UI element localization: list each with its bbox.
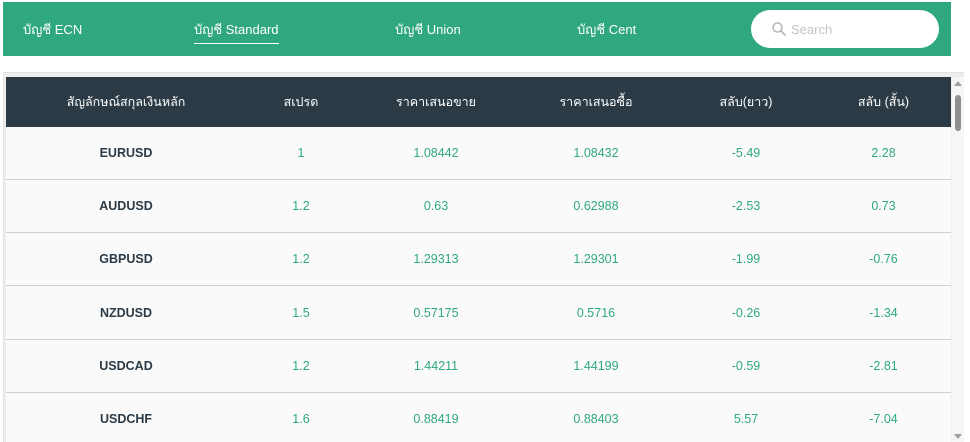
header-symbol: สัญลักษณ์สกุลเงินหลัก [66, 95, 186, 109]
scroll-up-icon[interactable] [954, 81, 962, 86]
cell-spread: 1 [297, 146, 305, 160]
header-swap-long: สลับ(ยาว) [719, 95, 773, 109]
cell-symbol: AUDUSD [99, 199, 153, 213]
header-swap-short: สลับ (สั้น) [857, 95, 910, 109]
cell-symbol: USDCAD [99, 359, 153, 373]
search-input[interactable] [791, 19, 927, 39]
cell-swap-short: 2.28 [871, 146, 896, 160]
cell-symbol: USDCHF [99, 412, 153, 426]
account-type-nav: บัญชี ECN บัญชี Standard บัญชี Union บัญ… [3, 2, 951, 56]
cell-symbol: NZDUSD [99, 306, 153, 320]
table-row: GBPUSD 1.2 1.29313 1.29301 -1.99 -0.76 [6, 233, 951, 286]
row-divider [6, 285, 951, 286]
cell-swap-long: -0.26 [731, 306, 761, 320]
cell-ask: 0.88403 [573, 412, 619, 426]
table-row: AUDUSD 1.2 0.63 0.62988 -2.53 0.73 [6, 180, 951, 233]
table-row: EURUSD 1 1.08442 1.08432 -5.49 2.28 [6, 127, 951, 180]
search-icon[interactable] [771, 21, 787, 37]
cell-bid: 1.44211 [413, 359, 459, 373]
cell-swap-long: -1.99 [731, 252, 761, 266]
header-ask: ราคาเสนอซื้อ [559, 95, 633, 109]
cell-swap-short: -1.34 [869, 306, 898, 320]
cell-spread: 1.6 [292, 412, 310, 426]
header-bid: ราคาเสนอขาย [396, 95, 476, 109]
cell-spread: 1.5 [292, 306, 310, 320]
tab-standard[interactable]: บัญชี Standard [194, 20, 279, 44]
cell-swap-short: -2.81 [869, 359, 898, 373]
cell-spread: 1.2 [292, 199, 310, 213]
spread-table-panel: สัญลักษณ์สกุลเงินหลัก สเปรด ราคาเสนอขาย … [3, 72, 964, 442]
table-row: USDCAD 1.2 1.44211 1.44199 -0.59 -2.81 [6, 340, 951, 393]
scroll-down-icon[interactable] [954, 434, 962, 439]
table-row: NZDUSD 1.5 0.57175 0.5716 -0.26 -1.34 [6, 287, 951, 340]
cell-swap-short: -7.04 [869, 412, 898, 426]
tab-union[interactable]: บัญชี Union [395, 20, 461, 40]
cell-ask: 1.08432 [573, 146, 619, 160]
cell-symbol: EURUSD [99, 146, 153, 160]
cell-bid: 1.29313 [413, 252, 459, 266]
cell-bid: 0.88419 [413, 412, 459, 426]
cell-bid: 0.57175 [413, 306, 459, 320]
table-body: EURUSD 1 1.08442 1.08432 -5.49 2.28 AUDU… [6, 127, 951, 442]
table-scrollbar[interactable] [952, 77, 964, 442]
cell-symbol: GBPUSD [99, 252, 153, 266]
cell-ask: 0.5716 [576, 306, 616, 320]
header-spread: สเปรด [283, 95, 319, 109]
cell-swap-short: 0.73 [871, 199, 896, 213]
search-box [751, 10, 939, 48]
cell-swap-long: -5.49 [731, 146, 761, 160]
cell-spread: 1.2 [292, 359, 310, 373]
cell-ask: 1.29301 [573, 252, 619, 266]
cell-spread: 1.2 [292, 252, 310, 266]
tab-cent[interactable]: บัญชี Cent [577, 20, 636, 40]
cell-swap-long: 5.57 [733, 412, 759, 426]
cell-bid: 1.08442 [413, 146, 459, 160]
cell-ask: 0.62988 [573, 199, 619, 213]
tab-ecn[interactable]: บัญชี ECN [23, 20, 82, 40]
cell-swap-long: -2.53 [731, 199, 761, 213]
cell-ask: 1.44199 [573, 359, 619, 373]
table-row: USDCHF 1.6 0.88419 0.88403 5.57 -7.04 [6, 393, 951, 442]
scroll-thumb[interactable] [955, 95, 961, 131]
cell-swap-short: -0.76 [869, 252, 898, 266]
cell-bid: 0.63 [423, 199, 449, 213]
table-header: สัญลักษณ์สกุลเงินหลัก สเปรด ราคาเสนอขาย … [6, 77, 951, 127]
cell-swap-long: -0.59 [731, 359, 761, 373]
